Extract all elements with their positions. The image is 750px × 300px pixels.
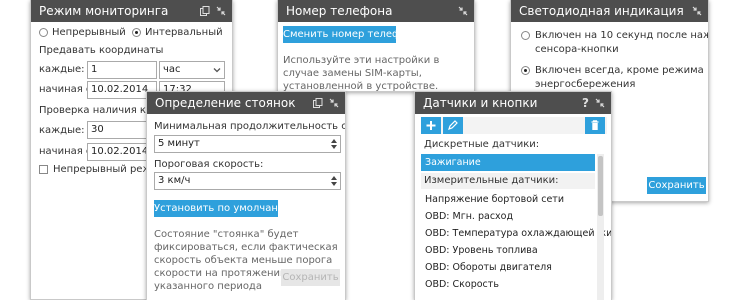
check-start-date-value: 10.02.2014 xyxy=(91,146,149,157)
sensor-item-speed[interactable]: OBD: Скорость xyxy=(421,276,595,293)
led-option1-line2: сенсора-кнопки xyxy=(535,44,619,55)
delete-sensor-button[interactable] xyxy=(585,117,605,134)
led-option2-line2: энергосбережения xyxy=(535,79,636,90)
collapse-icon[interactable] xyxy=(458,6,468,16)
sensors-scroll-thumb[interactable] xyxy=(598,156,603,216)
min-duration-input[interactable]: 5 минут xyxy=(154,135,341,153)
sensor-item-instant-consumption[interactable]: OBD: Мгн. расход xyxy=(421,208,595,225)
edit-sensor-button[interactable] xyxy=(443,117,463,134)
sensors-title: Датчики и кнопки xyxy=(423,96,538,110)
sensors-header: Датчики и кнопки ? xyxy=(415,92,611,114)
every-unit-select[interactable]: час xyxy=(159,61,225,79)
discrete-label: Дискретные датчики: xyxy=(424,139,540,150)
threshold-value: 3 км/ч xyxy=(158,175,191,186)
led-option2-radio[interactable] xyxy=(521,66,530,75)
led-save-button[interactable]: Сохранить xyxy=(647,177,706,194)
trash-icon xyxy=(591,120,599,130)
sensor-item-ignition[interactable]: Зажигание xyxy=(421,154,595,171)
mode-interval-radio[interactable] xyxy=(132,28,141,37)
monitoring-title: Режим мониторинга xyxy=(39,4,169,18)
sensor-item-coolant-temp[interactable]: OBD: Температура охлаждающей жидкости xyxy=(421,225,611,242)
mode-continuous-label: Непрерывный xyxy=(52,27,126,38)
parking-header: Определение стоянок xyxy=(147,92,345,114)
every-unit-value: час xyxy=(163,64,181,75)
collapse-icon[interactable] xyxy=(595,98,605,108)
sensor-item-label: OBD: Температура охлаждающей жидкости xyxy=(425,228,612,239)
min-duration-value: 5 минут xyxy=(158,138,200,149)
phone-panel: Номер телефона Сменить номер телефона Ис… xyxy=(277,0,475,92)
sensor-item-label: OBD: Мгн. расход xyxy=(425,211,514,222)
collapse-icon[interactable] xyxy=(216,6,226,16)
check-every-label: каждые: xyxy=(39,125,85,136)
collapse-icon[interactable] xyxy=(692,6,702,16)
phone-description: Используйте эти настройки в случае замен… xyxy=(283,55,440,92)
mode-interval-label: Интервальный xyxy=(145,27,223,38)
parking-panel: Определение стоянок Минимальная продолжи… xyxy=(146,91,346,300)
monitoring-header: Режим мониторинга xyxy=(31,0,232,22)
set-default-button[interactable]: Установить по умолчанию xyxy=(154,200,293,217)
sensors-scrollbar[interactable] xyxy=(597,154,604,300)
plus-icon xyxy=(426,121,436,130)
copy-icon[interactable] xyxy=(200,6,210,16)
threshold-input[interactable]: 3 км/ч xyxy=(154,172,341,190)
start-date-value: 10.02.2014 xyxy=(91,84,149,95)
mode-continuous-radio[interactable] xyxy=(39,28,48,37)
measuring-label: Измерительные датчики: xyxy=(424,175,559,186)
phone-header: Номер телефона xyxy=(278,0,474,22)
sensor-item-label: OBD: Уровень топлива xyxy=(425,245,538,256)
every-value: 1 xyxy=(91,64,98,75)
sensor-item-label: OBD: Обороты двигателя xyxy=(425,262,552,273)
change-phone-button[interactable]: Сменить номер телефона xyxy=(283,26,419,43)
sensor-item-label: OBD: Скорость xyxy=(425,279,499,290)
copy-icon[interactable] xyxy=(313,98,323,108)
sensors-panel: Датчики и кнопки ? Дискретные датчики: З… xyxy=(414,91,612,300)
stepper-icon[interactable] xyxy=(331,138,337,150)
parking-title: Определение стоянок xyxy=(155,96,296,110)
transmit-label: Предавать координаты xyxy=(39,45,164,56)
parking-save-button[interactable]: Сохранить xyxy=(281,269,340,286)
sensor-item-engine-rpm[interactable]: OBD: Обороты двигателя xyxy=(421,259,595,276)
phone-title: Номер телефона xyxy=(286,4,393,18)
sensor-item-label: Зажигание xyxy=(425,157,481,168)
continuous-check-checkbox[interactable] xyxy=(39,165,48,174)
led-option2-line1: Включен всегда, кроме режима xyxy=(535,65,704,76)
pencil-icon xyxy=(448,120,458,130)
collapse-icon[interactable] xyxy=(329,98,339,108)
led-title: Светодиодная индикация xyxy=(519,4,684,18)
every-input[interactable]: 1 xyxy=(87,61,157,79)
every-label: каждые: xyxy=(39,64,85,75)
led-option1-line1: Включен на 10 секунд после нажатия xyxy=(535,30,708,41)
chevron-down-icon xyxy=(213,68,221,73)
stepper-icon[interactable] xyxy=(331,175,337,187)
check-every-value: 30 xyxy=(91,124,104,135)
led-header: Светодиодная индикация xyxy=(511,0,708,22)
help-icon[interactable]: ? xyxy=(582,92,589,114)
min-duration-label: Минимальная продолжительность стоянки: xyxy=(154,121,345,132)
sensor-item-voltage[interactable]: Напряжение бортовой сети xyxy=(421,191,595,208)
led-option1-radio[interactable] xyxy=(521,31,530,40)
add-sensor-button[interactable] xyxy=(421,117,441,134)
sensor-item-label: Напряжение бортовой сети xyxy=(425,194,565,205)
sensor-item-fuel-level[interactable]: OBD: Уровень топлива xyxy=(421,242,595,259)
threshold-label: Пороговая скорость: xyxy=(154,159,264,170)
